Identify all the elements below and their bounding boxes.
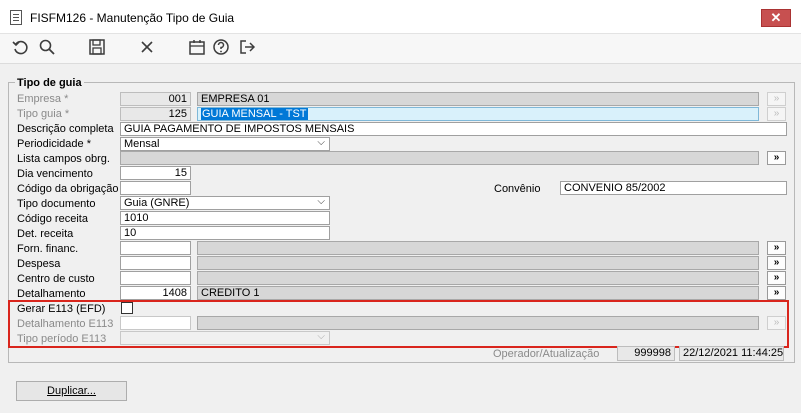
gerar-e113-checkbox[interactable] [121, 302, 133, 314]
despesa-desc-field [197, 256, 759, 270]
centro-custo-desc-field [197, 271, 759, 285]
centro-custo-lookup-button[interactable]: » [767, 271, 786, 285]
empresa-lookup-button: » [767, 92, 786, 106]
codigo-obrigacao-input[interactable] [120, 181, 191, 195]
atualizacao-datetime-field: 22/12/2021 11:44:25 [679, 346, 784, 361]
help-icon[interactable] [210, 38, 232, 60]
tipo-guia-desc-selection: GUIA MENSAL - TST [201, 108, 308, 120]
despesa-label: Despesa [17, 258, 61, 270]
calendar-icon[interactable] [186, 38, 208, 60]
tipo-documento-label: Tipo documento [17, 198, 96, 210]
codigo-receita-label: Código receita [17, 213, 88, 225]
chevron-down-icon: ⌵ [317, 137, 325, 148]
undo-icon[interactable] [10, 38, 32, 60]
duplicar-button[interactable]: Duplicar... [16, 381, 127, 401]
det-receita-input[interactable]: 10 [120, 226, 330, 240]
dia-vencimento-input[interactable]: 15 [120, 166, 191, 180]
lista-campos-field [120, 151, 759, 165]
tipo-periodo-e113-label: Tipo período E113 [17, 333, 107, 345]
dia-vencimento-label: Dia vencimento [17, 168, 93, 180]
descricao-input[interactable]: GUIA PAGAMENTO DE IMPOSTOS MENSAIS [120, 122, 787, 136]
group-title: Tipo de guia [15, 77, 84, 89]
tipo-guia-desc-field[interactable]: GUIA MENSAL - TST [197, 107, 759, 121]
empresa-desc-field: EMPRESA 01 [197, 92, 759, 106]
forn-financ-desc-field [197, 241, 759, 255]
detalhamento-lookup-button[interactable]: » [767, 286, 786, 300]
toolbar [0, 34, 801, 64]
operador-code-field: 999998 [617, 346, 675, 361]
detalhamento-desc-field: CREDITO 1 [197, 286, 759, 300]
despesa-lookup-button[interactable]: » [767, 256, 786, 270]
title-bar: FISFM126 - Manutenção Tipo de Guia ✕ [0, 0, 801, 34]
periodicidade-value: Mensal [124, 138, 160, 150]
tipo-guia-label: Tipo guia * [17, 108, 70, 120]
duplicar-button-label: Duplicar... [47, 385, 96, 397]
save-icon[interactable] [86, 38, 108, 60]
detalhamento-e113-desc-field [197, 316, 759, 330]
chevron-down-icon: ⌵ [317, 196, 325, 207]
tipo-documento-value: Guia (GNRE) [124, 197, 190, 209]
detalhamento-code-input[interactable]: 1408 [120, 286, 191, 300]
det-receita-label: Det. receita [17, 228, 74, 240]
document-icon [10, 10, 22, 25]
detalhamento-e113-code-field [120, 316, 191, 330]
despesa-code-input[interactable] [120, 256, 191, 270]
chevron-down-icon: ⌵ [317, 331, 325, 342]
lista-campos-label: Lista campos obrg. [17, 153, 110, 165]
exit-icon[interactable] [236, 38, 258, 60]
tipo-guia-code-field: 125 [120, 107, 191, 121]
gerar-e113-label: Gerar E113 (EFD) [17, 303, 106, 315]
forn-financ-code-input[interactable] [120, 241, 191, 255]
window-title: FISFM126 - Manutenção Tipo de Guia [30, 11, 235, 25]
tipo-periodo-e113-select: ⌵ [120, 331, 330, 345]
periodicidade-label: Periodicidade * [17, 138, 91, 150]
close-button[interactable]: ✕ [761, 9, 791, 27]
tipo-guia-lookup-button: » [767, 107, 786, 121]
lista-campos-lookup-button[interactable]: » [767, 151, 786, 165]
tipo-documento-select[interactable]: Guia (GNRE) ⌵ [120, 196, 330, 210]
empresa-code-field: 001 [120, 92, 191, 106]
operador-label: Operador/Atualização [493, 348, 600, 360]
search-icon[interactable] [36, 38, 58, 60]
centro-custo-code-input[interactable] [120, 271, 191, 285]
delete-icon[interactable] [136, 38, 158, 60]
detalhamento-e113-label: Detalhamento E113 [17, 318, 114, 330]
detalhamento-label: Detalhamento [17, 288, 86, 300]
convenio-input[interactable]: CONVENIO 85/2002 [560, 181, 787, 195]
codigo-receita-input[interactable]: 1010 [120, 211, 330, 225]
periodicidade-select[interactable]: Mensal ⌵ [120, 137, 330, 151]
forn-financ-label: Forn. financ. [17, 243, 79, 255]
descricao-label: Descrição completa [17, 123, 114, 135]
forn-financ-lookup-button[interactable]: » [767, 241, 786, 255]
centro-custo-label: Centro de custo [17, 273, 95, 285]
convenio-label: Convênio [494, 183, 541, 195]
detalhamento-e113-lookup-button: » [767, 316, 786, 330]
empresa-label: Empresa * [17, 93, 69, 105]
codigo-obrigacao-label: Código da obrigação [17, 183, 119, 195]
